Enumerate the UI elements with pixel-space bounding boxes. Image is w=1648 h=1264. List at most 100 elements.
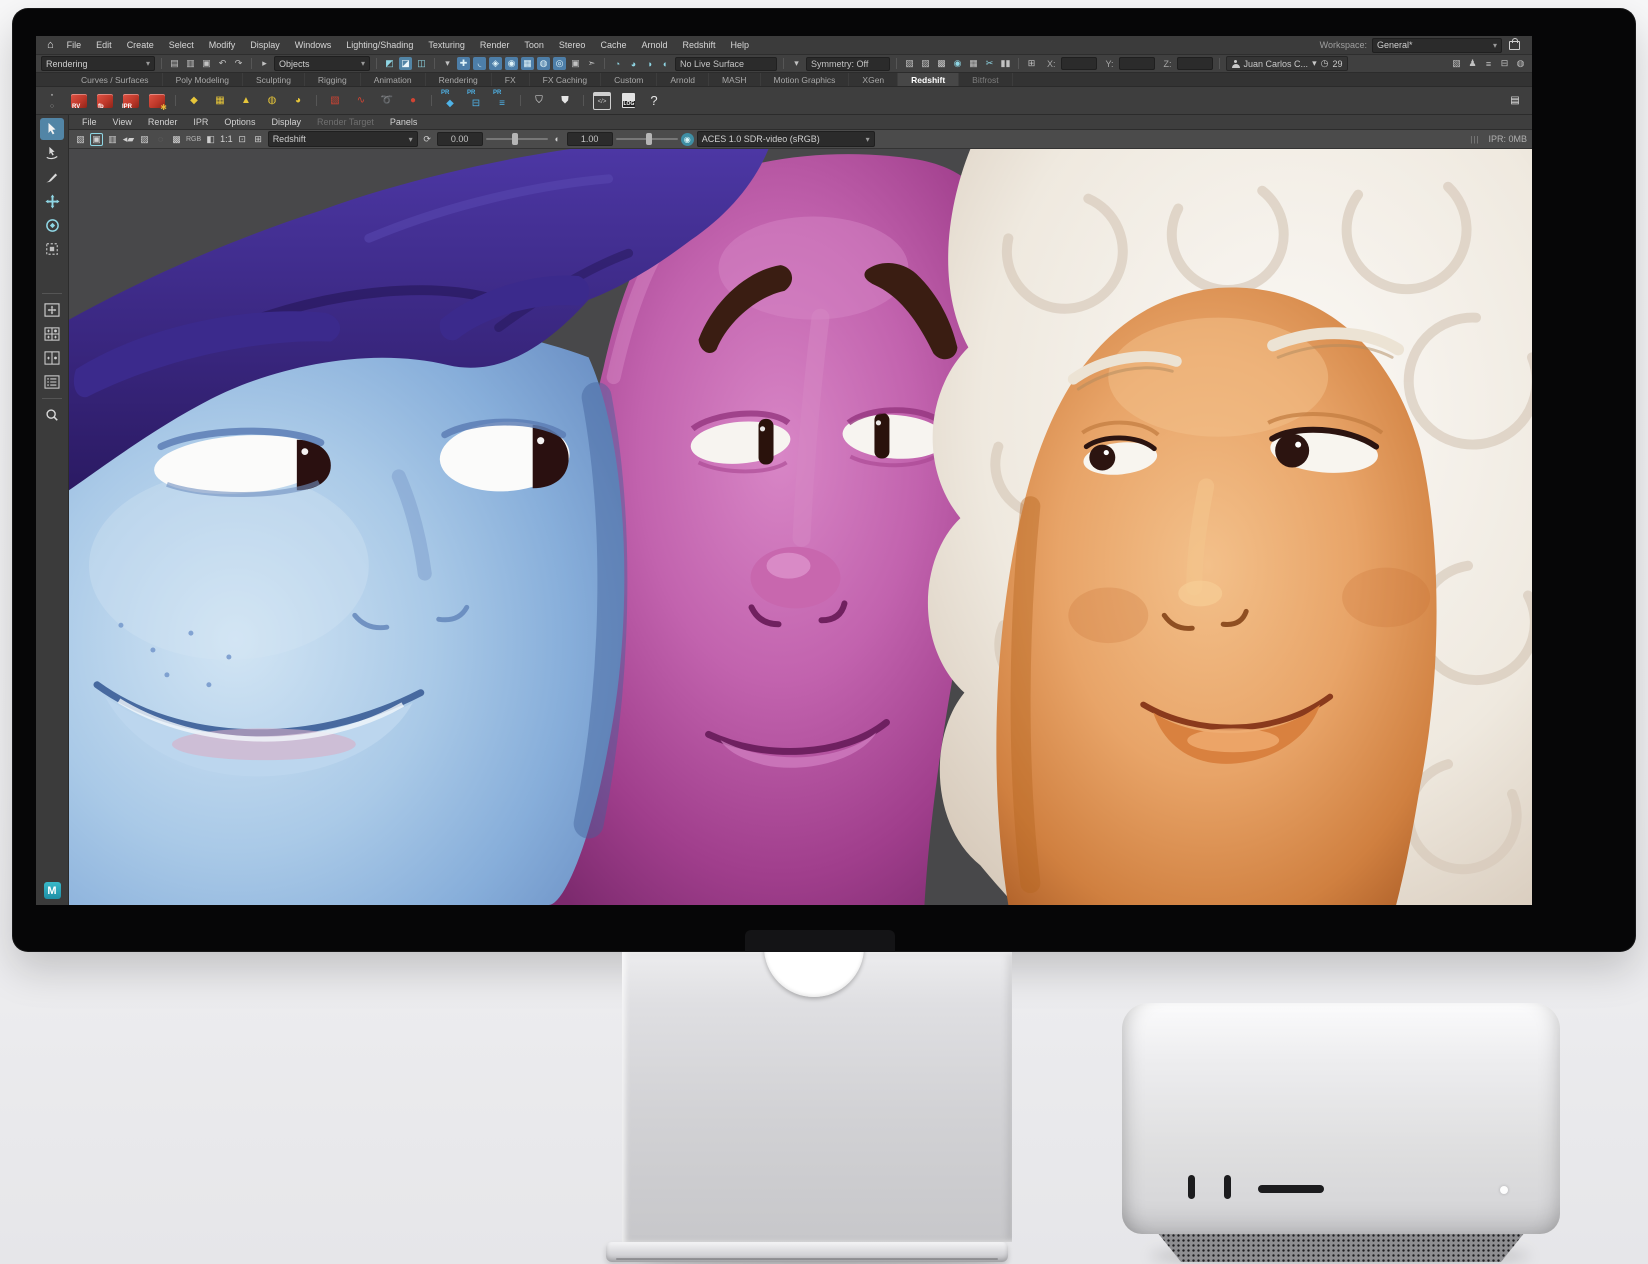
workspace-select[interactable]: General* ▾ xyxy=(1372,38,1502,53)
outliner-toggle-icon[interactable]: ▧ xyxy=(1450,57,1463,70)
help-button[interactable]: ? xyxy=(643,90,665,112)
workspace-lock-icon[interactable] xyxy=(1509,41,1520,50)
menu-stereo[interactable]: Stereo xyxy=(552,40,593,50)
render-all-icon[interactable]: ▨ xyxy=(919,57,932,70)
shelf-tab-arnold[interactable]: Arnold xyxy=(657,73,709,86)
shelf-tab-animation[interactable]: Animation xyxy=(361,73,426,86)
snap-grid-icon[interactable]: ✚ xyxy=(457,57,470,70)
shelf-tab-xgen[interactable]: XGen xyxy=(849,73,898,86)
ocean-alt-preset-button[interactable]: ⛊ xyxy=(554,90,576,112)
one-to-one-button[interactable]: 1:1 xyxy=(220,133,233,146)
panel-menu-render[interactable]: Render xyxy=(141,117,185,127)
gamma-input[interactable]: 1.00 xyxy=(567,132,613,146)
render-sequence-icon[interactable]: ▨ xyxy=(138,133,151,146)
paint-select-tool[interactable] xyxy=(40,166,64,188)
exposure-input[interactable]: 0.00 xyxy=(437,132,483,146)
shelf-options-icon[interactable]: ○ xyxy=(50,103,54,110)
four-pane-layout-button[interactable] xyxy=(40,323,64,345)
proxy-export-button[interactable]: PR◆ xyxy=(439,90,461,112)
renderer-select[interactable]: Redshift ▾ xyxy=(268,131,418,147)
frame-image-icon[interactable]: ⊡ xyxy=(236,133,249,146)
menu-modify[interactable]: Modify xyxy=(202,40,243,50)
panel-menu-panels[interactable]: Panels xyxy=(383,117,425,127)
lock-selection-icon[interactable]: ▣ xyxy=(569,57,582,70)
shelf-tab-sculpting[interactable]: Sculpting xyxy=(243,73,305,86)
rotate-tool[interactable] xyxy=(40,214,64,236)
frame-region-icon[interactable]: ⊞ xyxy=(252,133,265,146)
highlight-selection-icon[interactable]: ➣ xyxy=(585,57,598,70)
y-coordinate-input[interactable] xyxy=(1119,57,1155,70)
menu-cache[interactable]: Cache xyxy=(593,40,633,50)
new-scene-icon[interactable]: ▤ xyxy=(168,57,181,70)
outliner-layout-button[interactable] xyxy=(40,371,64,393)
render-frame-icon[interactable]: ▧ xyxy=(903,57,916,70)
menu-display[interactable]: Display xyxy=(243,40,287,50)
render-sequence-icon[interactable]: ▩ xyxy=(935,57,948,70)
menu-set-select[interactable]: Rendering ▾ xyxy=(41,56,155,71)
snap-projected-center-icon[interactable]: ◉ xyxy=(505,57,518,70)
move-tool[interactable] xyxy=(40,190,64,212)
cut-icon[interactable]: ✂ xyxy=(983,57,996,70)
log-button[interactable]: LOG xyxy=(617,90,639,112)
menu-file[interactable]: File xyxy=(60,40,89,50)
color-managed-icon[interactable]: ◉ xyxy=(681,133,694,146)
menu-redshift[interactable]: Redshift xyxy=(675,40,722,50)
lasso-select-tool[interactable] xyxy=(40,142,64,164)
render-viewport[interactable] xyxy=(69,149,1532,905)
ring-alt-icon[interactable]: ◐ xyxy=(659,57,672,70)
selection-mask-select[interactable]: Objects ▾ xyxy=(274,56,370,71)
proxy-import-button[interactable]: PR⊟ xyxy=(465,90,487,112)
panel-menu-options[interactable]: Options xyxy=(217,117,262,127)
redshift-proxy-button[interactable]: ◆ xyxy=(183,90,205,112)
snap-menu-icon[interactable]: ▾ xyxy=(441,57,454,70)
menu-edit[interactable]: Edit xyxy=(89,40,119,50)
ipr-render-icon[interactable]: ◉ xyxy=(951,57,964,70)
menu-lighting-shading[interactable]: Lighting/Shading xyxy=(339,40,420,50)
open-scene-icon[interactable]: ▥ xyxy=(184,57,197,70)
snap-curve-icon[interactable]: ◟ xyxy=(473,57,486,70)
shelf-tab-rigging[interactable]: Rigging xyxy=(305,73,361,86)
snap-point-icon[interactable]: ◈ xyxy=(489,57,502,70)
redshift-curve-button[interactable]: ➰ xyxy=(376,90,398,112)
channel-box-icon[interactable]: ≡ xyxy=(1482,57,1495,70)
gamma-slider-handle[interactable] xyxy=(646,133,652,145)
history-ring-icon[interactable]: ◕ xyxy=(627,57,640,70)
tool-settings-icon[interactable]: ◍ xyxy=(1514,57,1527,70)
render-region-icon[interactable]: ▣ xyxy=(90,133,103,146)
menu-arnold[interactable]: Arnold xyxy=(634,40,674,50)
colorspace-select[interactable]: ACES 1.0 SDR-video (sRGB) ▾ xyxy=(697,131,875,147)
menu-windows[interactable]: Windows xyxy=(288,40,339,50)
input-box-mode-icon[interactable]: ⊞ xyxy=(1025,57,1038,70)
redshift-volume-button[interactable]: ▦ xyxy=(209,90,231,112)
gamma-slider[interactable] xyxy=(616,138,678,140)
z-coordinate-input[interactable] xyxy=(1177,57,1213,70)
shelf-tab-rendering[interactable]: Rendering xyxy=(426,73,492,86)
select-hierarchy-icon[interactable]: ◩ xyxy=(383,57,396,70)
make-live-icon[interactable]: ◍ xyxy=(537,57,550,70)
shelf-tab-fx[interactable]: FX xyxy=(492,73,530,86)
redshift-light-cone-button[interactable]: ▲ xyxy=(235,90,257,112)
menu-render[interactable]: Render xyxy=(473,40,517,50)
zoom-tool[interactable] xyxy=(40,404,64,426)
shelf-tab-curves-surfaces[interactable]: Curves / Surfaces xyxy=(68,73,163,86)
menu-texturing[interactable]: Texturing xyxy=(421,40,472,50)
panel-menu-view[interactable]: View xyxy=(106,117,139,127)
construction-history-icon[interactable]: ◔ xyxy=(611,57,624,70)
home-icon[interactable]: ⌂ xyxy=(42,39,59,51)
panel-menu-file[interactable]: File xyxy=(75,117,104,127)
refresh-icon[interactable]: ⟳ xyxy=(421,133,434,146)
symmetry-menu-icon[interactable]: ▾ xyxy=(790,57,803,70)
shelf-tab-mash[interactable]: MASH xyxy=(709,73,761,86)
redshift-feedback-button[interactable]: fb xyxy=(94,90,116,112)
online-docs-button[interactable]: </> xyxy=(591,90,613,112)
character-controls-icon[interactable]: ♟ xyxy=(1466,57,1479,70)
panel-menu-display[interactable]: Display xyxy=(264,117,308,127)
shelf-tab-custom[interactable]: Custom xyxy=(601,73,657,86)
account-chip[interactable]: Juan Carlos C... ▾ ◷ 29 xyxy=(1226,56,1349,71)
swatch-icon[interactable]: ◧ xyxy=(204,133,217,146)
live-surface-field[interactable]: No Live Surface xyxy=(675,57,777,71)
ocean-preset-button[interactable]: ⛉ xyxy=(528,90,550,112)
toolbar-grip-icon[interactable]: ||| xyxy=(1470,135,1479,144)
redshift-sphere-button[interactable]: ● xyxy=(402,90,424,112)
pause-icon[interactable]: ▮▮ xyxy=(999,57,1012,70)
